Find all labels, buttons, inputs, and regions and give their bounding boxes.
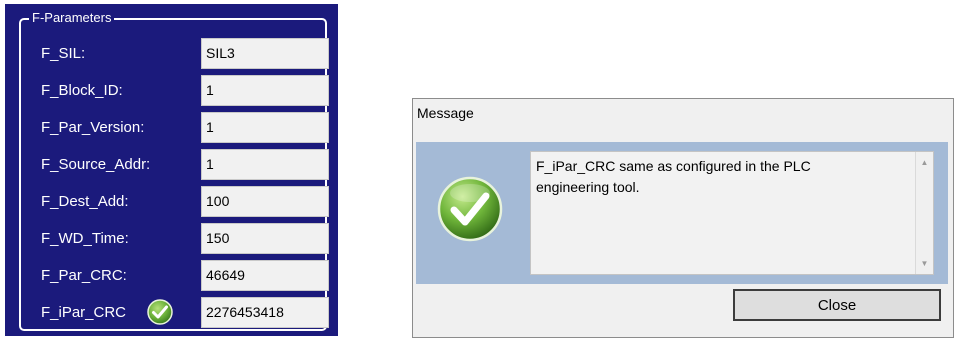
param-label: F_iPar_CRC — [41, 304, 127, 321]
scroll-up-arrow-icon[interactable]: ▲ — [916, 158, 933, 167]
param-value-field[interactable]: SIL3 — [201, 38, 329, 69]
f-parameters-group: F-Parameters F_SIL: SIL3 F_Block_ID: 1 F… — [19, 10, 329, 331]
param-label: F_Block_ID: — [41, 82, 123, 99]
dialog-body: F_iPar_CRC same as configured in the PLC… — [416, 142, 948, 284]
param-row-f-par-crc: F_Par_CRC: 46649 — [21, 260, 329, 293]
message-text: F_iPar_CRC same as configured in the PLC… — [536, 156, 908, 198]
param-value-field[interactable]: 1 — [201, 149, 329, 180]
param-label: F_Dest_Add: — [41, 193, 129, 210]
param-value-field[interactable]: 150 — [201, 223, 329, 254]
param-row-f-sil: F_SIL: SIL3 — [21, 38, 329, 71]
param-row-f-block-id: F_Block_ID: 1 — [21, 75, 329, 108]
message-dialog: Message F_iPar_CRC same as configured in… — [412, 98, 954, 338]
param-label: F_Source_Addr: — [41, 156, 151, 173]
param-value-field[interactable]: 100 — [201, 186, 329, 217]
param-row-f-ipar-crc: F_iPar_CRC 2276453418 — [21, 297, 329, 330]
vertical-scrollbar[interactable]: ▲ ▼ — [915, 152, 933, 274]
message-line-1: F_iPar_CRC same as configured in the PLC — [536, 158, 811, 174]
param-label: F_Par_CRC: — [41, 267, 127, 284]
checkmark-icon — [147, 299, 173, 325]
param-value-field[interactable]: 1 — [201, 112, 329, 143]
param-label: F_Par_Version: — [41, 119, 145, 136]
param-row-f-dest-add: F_Dest_Add: 100 — [21, 186, 329, 219]
param-row-f-source-addr: F_Source_Addr: 1 — [21, 149, 329, 182]
dialog-title: Message — [413, 99, 953, 127]
param-value-field[interactable]: 46649 — [201, 260, 329, 291]
param-label: F_SIL: — [41, 45, 86, 62]
group-title: F-Parameters — [29, 10, 115, 26]
param-row-f-wd-time: F_WD_Time: 150 — [21, 223, 329, 256]
param-value-field[interactable]: 2276453418 — [201, 297, 329, 328]
close-button[interactable]: Close — [733, 289, 941, 321]
param-row-f-par-version: F_Par_Version: 1 — [21, 112, 329, 145]
scroll-down-arrow-icon[interactable]: ▼ — [916, 259, 933, 268]
message-line-2: engineering tool. — [536, 179, 640, 195]
param-label: F_WD_Time: — [41, 230, 129, 247]
checkmark-icon — [437, 176, 503, 242]
message-text-box: F_iPar_CRC same as configured in the PLC… — [530, 151, 934, 275]
param-value-field[interactable]: 1 — [201, 75, 329, 106]
f-parameters-panel: F-Parameters F_SIL: SIL3 F_Block_ID: 1 F… — [5, 4, 338, 336]
